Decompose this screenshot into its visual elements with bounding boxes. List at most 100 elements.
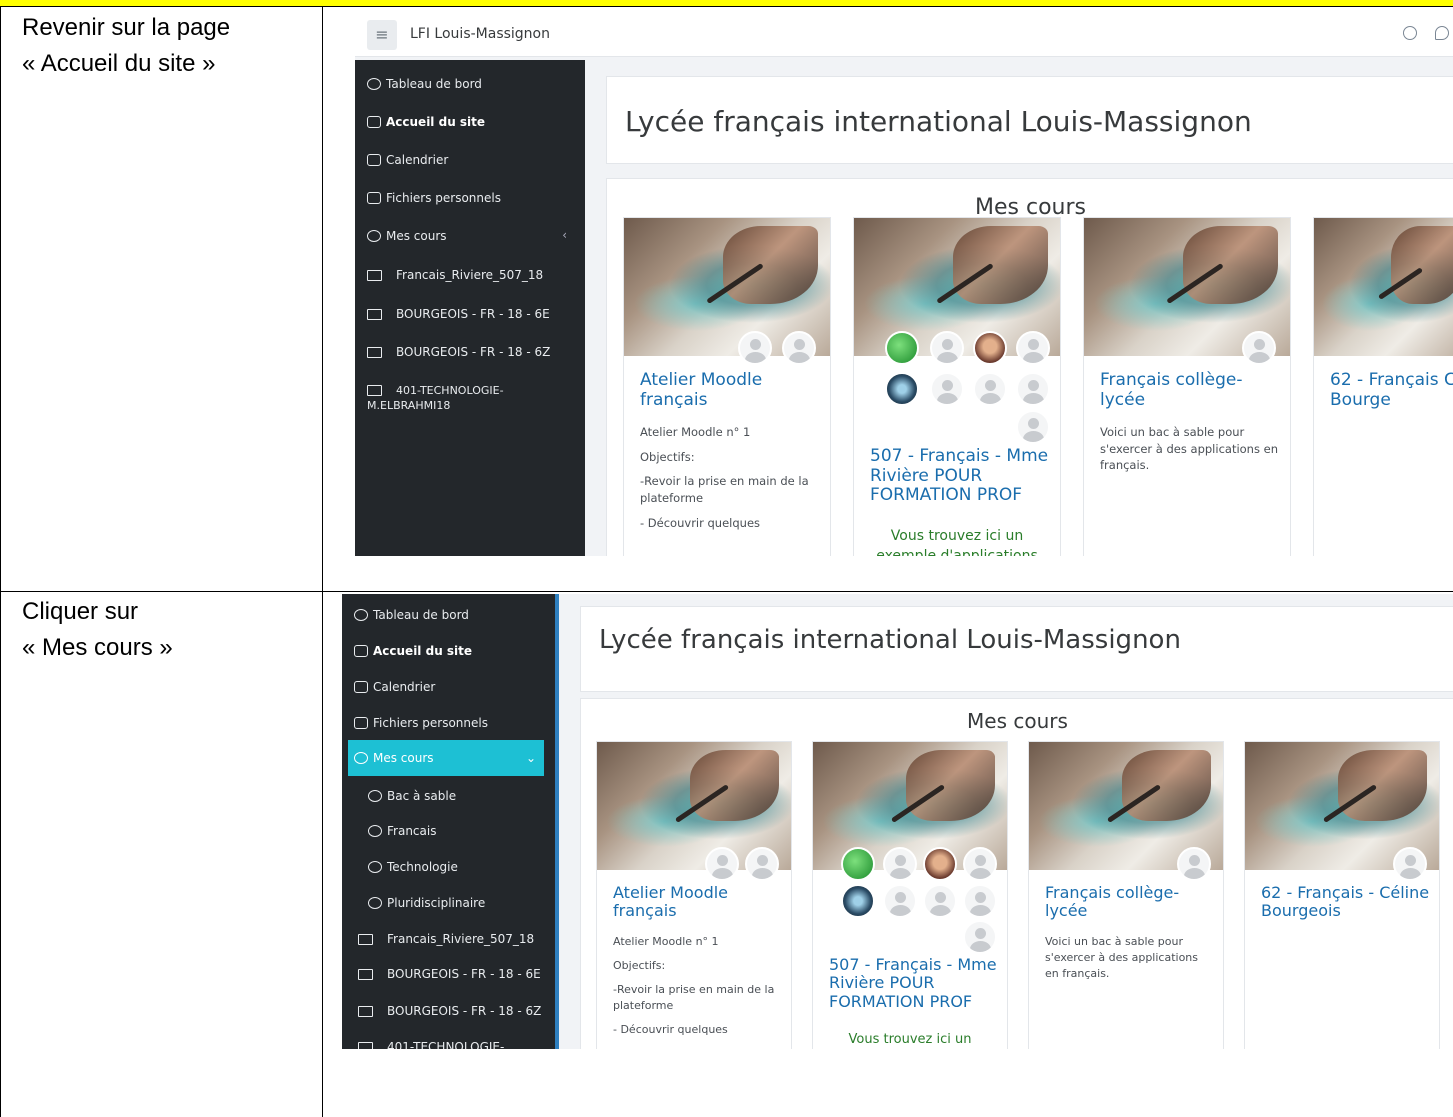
nav-label: Accueil du site bbox=[373, 644, 473, 658]
nav-category-item[interactable]: Bac à sable bbox=[368, 789, 456, 803]
nav-label: Bac à sable bbox=[387, 789, 457, 803]
course-card[interactable]: 62 - Français Céline Bourge bbox=[1313, 217, 1453, 556]
participant-avatar bbox=[745, 847, 779, 881]
summary-line: Objectifs: bbox=[640, 449, 695, 464]
course-title[interactable]: 62 - Français - Céline Bourgeois bbox=[1261, 883, 1431, 921]
course-summary: Vous trouvez ici un bbox=[890, 528, 1024, 544]
nav-label: Calendrier bbox=[373, 680, 436, 694]
course-card[interactable]: 62 - Français - Céline Bourgeois bbox=[1244, 741, 1440, 1049]
participant-avatar bbox=[883, 884, 917, 918]
graduation-cap-icon bbox=[368, 825, 382, 837]
menu-toggle-icon[interactable]: ≡ bbox=[367, 20, 397, 50]
screenshot-site-home: ≡ LFI Louis-Massignon Tableau de bord Ac… bbox=[355, 14, 1453, 556]
participant-avatar bbox=[1242, 331, 1276, 365]
screenshot-my-courses: Tableau de bord Accueil du site Calendri… bbox=[342, 594, 1453, 1049]
participant-avatar bbox=[841, 847, 875, 881]
page-title: Lycée français international Louis-Massi… bbox=[599, 625, 1181, 655]
participant-avatar bbox=[841, 884, 875, 918]
graduation-cap-icon bbox=[367, 230, 381, 242]
nav-private-files[interactable]: Fichiers personnels bbox=[367, 191, 501, 205]
drawer-scrollbar[interactable] bbox=[555, 594, 559, 1049]
instruction-line: « Mes cours » bbox=[22, 634, 173, 661]
summary-line: Atelier Moodle n° 1 bbox=[613, 935, 719, 948]
site-brand[interactable]: LFI Louis-Massignon bbox=[410, 26, 550, 42]
table-border bbox=[0, 591, 1453, 592]
summary-line: -Revoir la prise en main de la plateform… bbox=[640, 474, 809, 506]
course-title[interactable]: Français collège-lycée bbox=[1045, 883, 1215, 921]
folder-icon bbox=[358, 969, 373, 980]
course-title[interactable]: 62 - Français Céline Bourge bbox=[1330, 370, 1453, 410]
nav-private-files[interactable]: Fichiers personnels bbox=[354, 716, 488, 730]
participant-avatar bbox=[1393, 847, 1427, 881]
course-title[interactable]: 507 - Français - Mme Rivière POUR FORMAT… bbox=[870, 446, 1052, 506]
nav-site-home[interactable]: Accueil du site bbox=[367, 115, 485, 129]
course-summary: Voici un bac à sable pour s'exercer à de… bbox=[1045, 935, 1199, 980]
nav-calendar[interactable]: Calendrier bbox=[367, 153, 448, 167]
nav-site-home[interactable]: Accueil du site bbox=[354, 644, 472, 658]
graduation-cap-icon bbox=[368, 790, 382, 802]
participant-avatar bbox=[1177, 847, 1211, 881]
course-title[interactable]: Atelier Moodle français bbox=[640, 370, 822, 410]
participant-avatar bbox=[963, 920, 997, 954]
nav-dashboard[interactable]: Tableau de bord bbox=[367, 77, 482, 91]
nav-label: Fichiers personnels bbox=[386, 191, 501, 205]
course-card[interactable]: Atelier Moodle français Atelier Moodle n… bbox=[596, 741, 792, 1049]
table-border bbox=[322, 6, 323, 1117]
nav-label: Tableau de bord bbox=[386, 77, 482, 91]
folder-icon bbox=[367, 270, 382, 281]
nav-category-item[interactable]: Francais bbox=[368, 824, 436, 838]
nav-my-courses[interactable]: Mes cours ⌄ bbox=[348, 740, 544, 776]
summary-line: - Découvrir quelques bbox=[613, 1022, 728, 1036]
course-summary: exemple d'applications bbox=[876, 548, 1038, 556]
calendar-icon bbox=[367, 154, 381, 166]
course-title[interactable]: Atelier Moodle français bbox=[613, 883, 783, 921]
course-title[interactable]: 507 - Français - Mme Rivière POUR FORMAT… bbox=[829, 955, 999, 1011]
instruction-line: « Accueil du site » bbox=[22, 50, 216, 77]
folder-icon bbox=[367, 309, 382, 320]
participant-avatar bbox=[1016, 410, 1050, 444]
course-card[interactable]: Atelier Moodle français Atelier Moodle n… bbox=[623, 217, 831, 556]
language-globe-icon[interactable] bbox=[1403, 26, 1417, 40]
nav-label: Accueil du site bbox=[386, 115, 486, 129]
graduation-cap-icon bbox=[354, 752, 368, 764]
course-card[interactable]: 507 - Français - Mme Rivière POUR FORMAT… bbox=[812, 741, 1008, 1049]
course-summary: Vous trouvez ici un bbox=[848, 1032, 972, 1047]
course-card[interactable]: Français collège-lycée Voici un bac à sa… bbox=[1083, 217, 1291, 556]
participant-avatar bbox=[885, 331, 919, 365]
nav-label: BOURGEOIS - FR - 18 - 6E bbox=[387, 967, 541, 981]
table-border bbox=[0, 6, 1453, 7]
nav-course-item[interactable]: BOURGEOIS - FR - 18 - 6Z bbox=[367, 345, 550, 359]
nav-category-item[interactable]: Pluridisciplinaire bbox=[368, 896, 485, 910]
nav-course-item[interactable]: Francais_Riviere_507_18 bbox=[367, 268, 543, 282]
nav-my-courses[interactable]: Mes cours ‹ bbox=[367, 228, 567, 243]
my-courses-section: Mes cours Atelier Moodle français Atelie… bbox=[606, 178, 1453, 556]
files-icon bbox=[354, 717, 368, 729]
nav-label: Pluridisciplinaire bbox=[387, 896, 486, 910]
nav-course-item[interactable]: BOURGEOIS - FR - 18 - 6E bbox=[367, 307, 550, 321]
nav-label: Calendrier bbox=[386, 153, 449, 167]
nav-dashboard[interactable]: Tableau de bord bbox=[354, 608, 469, 622]
nav-course-item[interactable]: BOURGEOIS - FR - 18 - 6Z bbox=[358, 1004, 541, 1018]
section-title: Mes cours bbox=[967, 709, 1068, 733]
top-navbar: ≡ LFI Louis-Massignon bbox=[355, 14, 1453, 57]
course-title[interactable]: Français collège-lycée bbox=[1100, 370, 1282, 410]
instruction-line: Cliquer sur bbox=[22, 598, 139, 625]
messages-icon[interactable] bbox=[1435, 26, 1449, 40]
nav-course-item[interactable]: Francais_Riviere_507_18 bbox=[358, 932, 534, 946]
participant-avatar bbox=[705, 847, 739, 881]
nav-category-item[interactable]: Technologie bbox=[368, 860, 458, 874]
nav-course-item[interactable]: 401-TECHNOLOGIE-M.ELBRAHMI18 bbox=[367, 383, 537, 413]
page-header: Lycée français international Louis-Massi… bbox=[606, 76, 1453, 164]
participant-avatar bbox=[923, 847, 957, 881]
nav-course-item[interactable]: BOURGEOIS - FR - 18 - 6E bbox=[358, 967, 541, 981]
participant-avatar bbox=[930, 372, 964, 406]
course-summary: Atelier Moodle n° 1 Objectifs: -Revoir l… bbox=[613, 934, 781, 1046]
nav-course-item[interactable]: 401-TECHNOLOGIE- bbox=[358, 1040, 504, 1049]
participant-avatar bbox=[930, 331, 964, 365]
summary-line: -Revoir la prise en main de la plateform… bbox=[613, 982, 775, 1012]
course-card[interactable]: 507 - Français - Mme Rivière POUR FORMAT… bbox=[853, 217, 1061, 556]
course-card[interactable]: Français collège-lycée Voici un bac à sa… bbox=[1028, 741, 1224, 1049]
folder-icon bbox=[358, 1006, 373, 1017]
nav-label: Francais bbox=[387, 824, 437, 838]
nav-calendar[interactable]: Calendrier bbox=[354, 680, 435, 694]
